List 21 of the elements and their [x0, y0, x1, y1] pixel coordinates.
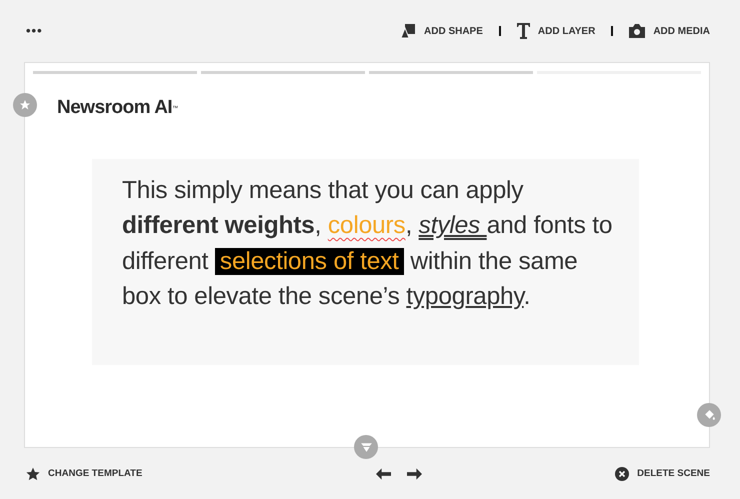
- star-button[interactable]: [13, 93, 37, 117]
- more-menu[interactable]: •••: [26, 21, 43, 41]
- star-icon: [26, 467, 40, 481]
- change-template-button[interactable]: CHANGE TEMPLATE: [26, 466, 142, 482]
- text-icon: [516, 23, 530, 39]
- close-icon: [615, 467, 630, 481]
- layers-button[interactable]: [354, 435, 378, 459]
- paragraph: This simply means that you can apply different weights, colours, styles and fonts to different selections of text within the same box to elevate the scene’s typography.: [122, 176, 614, 312]
- add-shape-button[interactable]: ADD SHAPE: [400, 23, 483, 39]
- right-arrow-icon[interactable]: [406, 468, 422, 480]
- paint-button[interactable]: [697, 403, 721, 427]
- add-layer-button[interactable]: ADD LAYER: [516, 23, 596, 39]
- add-media-button[interactable]: ADD MEDIA: [629, 24, 710, 38]
- layers-icon: [360, 441, 372, 453]
- shapes-icon: [400, 23, 416, 39]
- left-arrow-icon[interactable]: [376, 468, 391, 480]
- camera-icon: [629, 24, 646, 38]
- paint-bucket-icon: [702, 408, 716, 422]
- logo: Newsroom AI$^{™}$: [57, 97, 178, 118]
- delete-scene-button[interactable]: DELETE SCENE: [615, 466, 710, 482]
- star-icon: [19, 99, 31, 111]
